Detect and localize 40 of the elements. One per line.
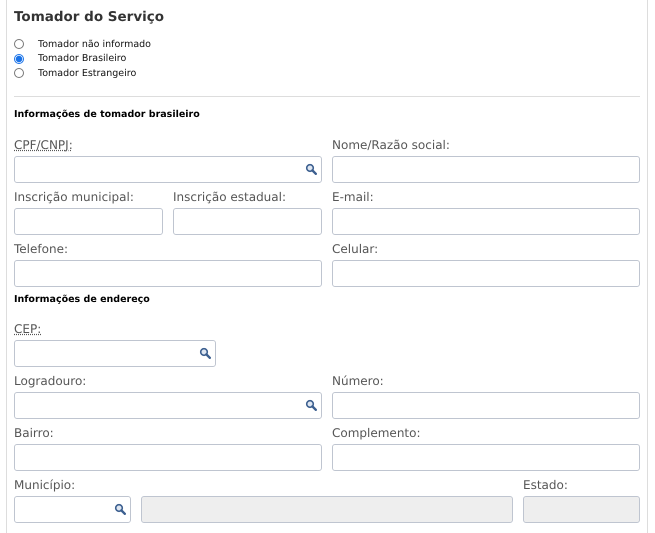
input-field[interactable] (14, 156, 322, 182)
field-label: Celular: (332, 242, 378, 256)
search-icon[interactable] (114, 503, 126, 515)
search-icon[interactable] (199, 347, 211, 359)
field-label: Inscrição municipal: (14, 190, 134, 204)
radio-label: Tomador Estrangeiro (38, 68, 136, 79)
section-title: Tomador do Serviço (14, 9, 166, 25)
field-label: Número: (332, 374, 384, 388)
input-field[interactable] (332, 260, 640, 286)
input-field[interactable] (14, 496, 131, 522)
search-icon[interactable] (305, 163, 317, 175)
section-heading: Informações de endereço (14, 294, 151, 304)
radio-button[interactable] (14, 39, 24, 50)
input-field[interactable] (173, 208, 322, 234)
field-label: CEP: (14, 322, 42, 336)
field-label: Município: (14, 478, 76, 492)
field-label: Estado: (523, 478, 568, 492)
radio-button[interactable] (14, 68, 24, 78)
field-label: CPF/CNPJ: (14, 138, 73, 152)
input-field[interactable] (332, 208, 640, 234)
field-label: Nome/Razão social: (332, 138, 450, 152)
input-field[interactable] (14, 340, 216, 366)
search-icon[interactable] (305, 399, 317, 411)
section-heading: Informações de tomador brasileiro (14, 108, 201, 120)
field-label: Logradouro: (14, 374, 86, 388)
field-label: Inscrição estadual: (173, 190, 286, 204)
field-label: Telefone: (14, 242, 68, 256)
radio-label: Tomador não informado (38, 38, 151, 50)
field-label: Bairro: (14, 426, 54, 440)
input-field[interactable] (14, 208, 163, 234)
field-label: E-mail: (332, 190, 374, 204)
input-field[interactable] (332, 156, 640, 182)
radio-label: Tomador Brasileiro (38, 53, 126, 64)
input-field[interactable] (332, 392, 640, 418)
input-field[interactable] (14, 260, 322, 286)
field-label: Complemento: (332, 426, 421, 440)
input-field[interactable] (332, 444, 640, 470)
input-field[interactable] (14, 392, 322, 418)
radio-button[interactable] (14, 54, 24, 64)
input-field[interactable] (14, 444, 322, 470)
